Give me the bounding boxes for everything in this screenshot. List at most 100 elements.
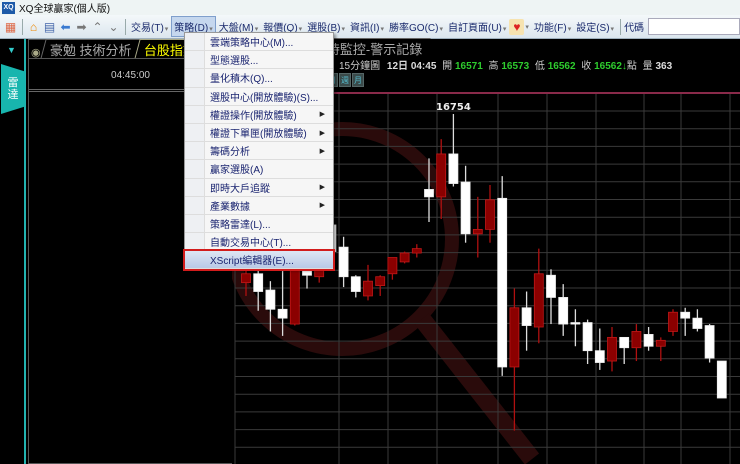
candle-body xyxy=(350,276,361,292)
menu-item-label: 選股中心(開放體驗)(S)... xyxy=(210,92,319,104)
toolbar: ▦ ⌂ ▤ ⬅ ➡ ⌃ ⌄ 交易(T)▾ 策略(D)▾ 大盤(M)▾ 報價(Q)… xyxy=(0,15,740,39)
submenu-arrow-icon: ▶ xyxy=(319,111,325,119)
menu-item[interactable]: 贏家選股(A) xyxy=(185,160,333,179)
menu-info[interactable]: 資訊(I)▾ xyxy=(348,17,386,36)
candle-body xyxy=(716,360,727,399)
submenu-arrow-icon: ▶ xyxy=(319,184,325,192)
menu-item-label: 量化積木(Q)... xyxy=(210,74,273,86)
menu-item[interactable]: XScript編輯器(E)... xyxy=(183,249,335,272)
menu-custom-page[interactable]: 自訂頁面(U)▾ xyxy=(446,17,508,36)
candle-body xyxy=(411,248,422,254)
app-logo-icon: XQ xyxy=(2,1,15,14)
menu-item[interactable]: 即時大戶追蹤 ▶ xyxy=(185,179,333,197)
menu-item-label: 權證操作(開放體驗) xyxy=(210,110,297,122)
document-icon[interactable]: ▤ xyxy=(42,19,57,35)
home-icon[interactable]: ⌂ xyxy=(26,19,41,35)
candle-body xyxy=(704,325,715,359)
menu-label: 自訂頁面(U) xyxy=(447,23,502,34)
candle-body xyxy=(387,257,398,275)
favorites-heart-icon[interactable]: ♥ xyxy=(509,18,525,35)
candle-body xyxy=(448,153,459,184)
dropdown-icon: ▾ xyxy=(567,26,572,33)
menu-item-label: 籌碼分析 xyxy=(210,147,250,159)
menu-label: 設定(S) xyxy=(576,23,610,34)
candle-body xyxy=(399,252,410,263)
menu-item[interactable]: 選股中心(開放體驗)(S)... xyxy=(185,88,333,106)
menu-item-label: 權證下單匣(開放體驗) xyxy=(210,129,307,141)
side-strip: ▼ 雷 達 xyxy=(0,39,26,464)
menu-item[interactable]: 籌碼分析 ▶ xyxy=(185,142,333,161)
dropdown-icon: ▾ xyxy=(380,26,385,33)
menu-item-label: 產業數據 xyxy=(210,201,250,213)
candle-body xyxy=(289,267,300,325)
candle-body xyxy=(509,307,520,368)
tab-label: 豪勉 技術分析 xyxy=(49,43,132,58)
dropdown-icon: ▾ xyxy=(164,26,169,33)
dropdown-icon: ▾ xyxy=(502,26,507,33)
candle-body xyxy=(546,274,556,298)
code-input[interactable] xyxy=(648,18,740,35)
menu-label: 資訊(I) xyxy=(350,23,380,34)
submenu-arrow-icon: ▶ xyxy=(319,202,325,210)
menu-item-label: 即時大戶追蹤 xyxy=(210,183,270,195)
candle-body xyxy=(424,189,434,198)
apps-grid-icon[interactable]: ▦ xyxy=(3,19,18,35)
back-arrow-icon[interactable]: ⬅ xyxy=(58,19,73,35)
menu-item-label: 贏家選股(A) xyxy=(210,165,264,177)
menu-item[interactable]: 型態選股... xyxy=(185,51,333,70)
max-price-label: 16754 xyxy=(436,102,471,113)
menu-item[interactable]: 產業數據 ▶ xyxy=(185,197,333,215)
menu-settings[interactable]: 設定(S)▾ xyxy=(574,17,616,36)
strategy-dropdown-menu: 雲端策略中心(M)... 型態選股... 量化積木(Q)... 選股中心(開放體驗)(… xyxy=(183,32,335,272)
menu-label: 功能(F) xyxy=(533,23,567,34)
menu-functions[interactable]: 功能(F)▾ xyxy=(532,17,573,36)
menu-item-label: 雲端策略中心(M)... xyxy=(210,38,294,50)
menu-item[interactable]: 量化積木(Q)... xyxy=(185,69,333,88)
candle-body xyxy=(692,317,703,329)
radar-tab-label: 雷 xyxy=(7,77,19,89)
menu-item[interactable]: 權證下單匣(開放體驗) ▶ xyxy=(185,124,333,143)
candle-body xyxy=(521,307,532,326)
candle-body xyxy=(485,199,495,230)
dropdown-icon: ▾ xyxy=(439,26,443,33)
candle-body xyxy=(582,322,593,352)
tab-technical-analysis[interactable]: 豪勉 技術分析 xyxy=(39,39,140,59)
submenu-arrow-icon: ▶ xyxy=(319,129,325,137)
candle-body xyxy=(570,322,581,325)
scroll-up-icon[interactable]: ⌃ xyxy=(90,19,105,35)
candle-body xyxy=(460,181,471,235)
divider xyxy=(620,18,622,35)
divider xyxy=(125,18,126,35)
candle-body xyxy=(241,273,251,284)
menu-item-label: XScript編輯器(E)... xyxy=(210,256,294,268)
menu-item[interactable]: 策略雷達(L)... xyxy=(185,215,333,234)
menu-item[interactable]: 雲端策略中心(M)... xyxy=(185,33,333,52)
menu-winrate-go[interactable]: 勝率GO(C)▾ xyxy=(387,17,445,36)
scroll-down-icon[interactable]: ⌄ xyxy=(106,19,121,35)
title-bar: XQ XQ全球贏家(個人版) xyxy=(0,0,740,15)
candle-body xyxy=(277,308,288,319)
radar-side-tab[interactable]: 雷 達 xyxy=(1,64,25,114)
candle-body xyxy=(436,153,447,198)
code-label: 代碼 xyxy=(624,23,645,34)
candle-body xyxy=(655,339,666,347)
candle-body xyxy=(558,297,569,325)
candle-body xyxy=(594,350,605,363)
menu-item-label: 自動交易中心(T)... xyxy=(210,238,292,250)
forward-arrow-icon[interactable]: ➡ xyxy=(74,19,89,35)
candle-body xyxy=(533,273,544,328)
candle-body xyxy=(607,336,617,362)
candle-body xyxy=(497,197,508,368)
menu-item-label: 策略雷達(L)... xyxy=(210,219,271,231)
collapse-arrow-icon[interactable]: ▼ xyxy=(7,45,16,55)
candle-body xyxy=(338,246,349,278)
window-title: XQ全球贏家(個人版) xyxy=(19,4,111,15)
candle-body xyxy=(619,336,630,349)
menu-item[interactable]: 自動交易中心(T)... xyxy=(185,233,333,252)
divider xyxy=(22,18,23,35)
menu-label: 交易(T) xyxy=(131,23,164,34)
candle-body xyxy=(631,331,642,349)
dropdown-icon: ▾ xyxy=(341,26,346,33)
menu-item[interactable]: 權證操作(開放體驗) ▶ xyxy=(185,106,333,124)
menu-trade[interactable]: 交易(T)▾ xyxy=(129,17,170,36)
